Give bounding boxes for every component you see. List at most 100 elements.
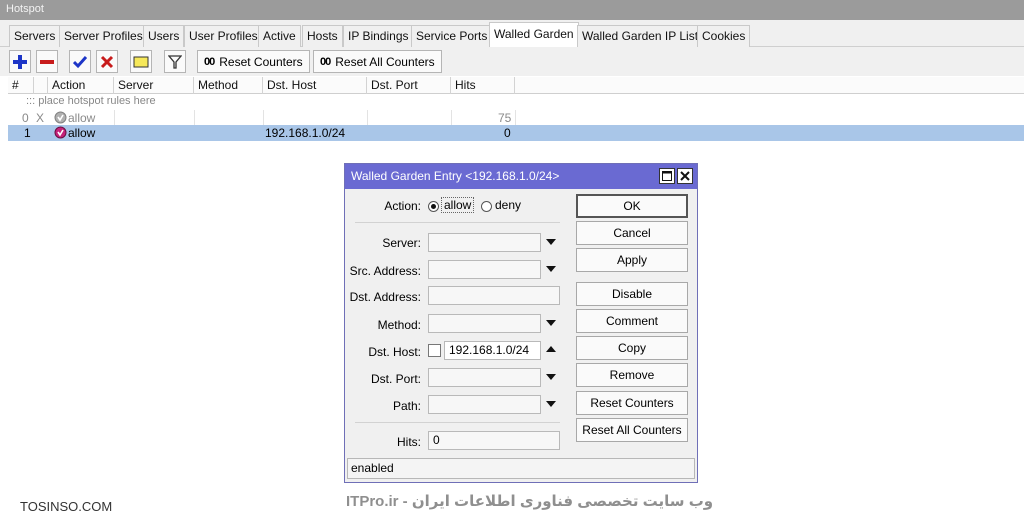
column-header-flag[interactable] xyxy=(34,77,48,94)
column-header-dst-port[interactable]: Dst. Port xyxy=(367,77,451,94)
method-label: Method: xyxy=(377,318,421,332)
column-header-action[interactable]: Action xyxy=(48,77,114,94)
row-action: allow xyxy=(68,111,96,125)
tab-ip-bindings[interactable]: IP Bindings xyxy=(343,25,414,47)
reset-counters-button[interactable]: Reset Counters xyxy=(576,391,688,415)
dst-host-input[interactable]: 192.168.1.0/24 xyxy=(444,341,541,360)
server-label: Server: xyxy=(382,236,421,250)
tab-servers[interactable]: Servers xyxy=(9,25,61,47)
add-icon xyxy=(13,54,27,69)
remove-icon xyxy=(40,59,54,64)
comment-button[interactable] xyxy=(130,50,152,73)
maximize-icon xyxy=(662,171,672,181)
tab-users[interactable]: Users xyxy=(143,25,185,47)
reset-all-counters-button[interactable]: 00 Reset All Counters xyxy=(313,50,442,73)
allow-icon xyxy=(54,126,67,139)
column-header-number[interactable]: # xyxy=(8,77,34,94)
tab-service-ports[interactable]: Service Ports xyxy=(411,25,493,47)
tab-hosts[interactable]: Hosts xyxy=(302,25,343,47)
server-dropdown-icon[interactable] xyxy=(546,239,556,245)
tab-cookies[interactable]: Cookies xyxy=(697,25,751,47)
column-header-method[interactable]: Method xyxy=(194,77,263,94)
comment-icon xyxy=(133,56,149,67)
src-address-dropdown-icon[interactable] xyxy=(546,266,556,272)
dst-port-dropdown-icon[interactable] xyxy=(546,374,556,380)
cancel-button[interactable]: Cancel xyxy=(576,221,688,245)
add-button[interactable] xyxy=(9,50,31,73)
enable-check-icon xyxy=(73,55,87,68)
path-input[interactable] xyxy=(428,395,541,414)
column-header-server[interactable]: Server xyxy=(114,77,194,94)
src-address-label: Src. Address: xyxy=(349,264,421,278)
dst-port-label: Dst. Port: xyxy=(370,372,421,386)
action-label: Action: xyxy=(384,199,421,213)
method-dropdown-icon[interactable] xyxy=(546,320,556,326)
method-select[interactable] xyxy=(428,314,541,333)
path-dropdown-icon[interactable] xyxy=(546,401,556,407)
server-select[interactable] xyxy=(428,233,541,252)
column-header-hits[interactable]: Hits xyxy=(451,77,515,94)
tab-server-profiles[interactable]: Server Profiles xyxy=(59,25,148,47)
dst-address-input[interactable] xyxy=(428,286,560,305)
remove-button[interactable]: Remove xyxy=(576,363,688,387)
reset-counters-button[interactable]: 00 Reset Counters xyxy=(197,50,310,73)
counter-icon: 00 xyxy=(320,55,331,68)
dst-port-input[interactable] xyxy=(428,368,541,387)
dst-host-label: Dst. Host: xyxy=(368,345,421,359)
reset-all-counters-label: Reset All Counters xyxy=(335,54,435,69)
comment-button[interactable]: Comment xyxy=(576,309,688,333)
action-radio-allow[interactable] xyxy=(428,201,439,212)
disable-x-icon xyxy=(100,55,114,68)
status-bar: enabled xyxy=(347,458,695,479)
src-address-input[interactable] xyxy=(428,260,541,279)
filter-icon xyxy=(168,54,182,69)
toolbar: 00 Reset Counters 00 Reset All Counters xyxy=(0,47,1024,76)
tab-active[interactable]: Active xyxy=(258,25,301,47)
row-number: 0 xyxy=(22,111,29,125)
row-hits: 75 xyxy=(498,111,512,125)
action-allow-label[interactable]: allow xyxy=(441,197,475,213)
table-header: # Action Server Method Dst. Host Dst. Po… xyxy=(8,77,1024,94)
dst-host-collapse-icon[interactable] xyxy=(546,346,556,352)
tab-walled-garden[interactable]: Walled Garden xyxy=(489,22,579,48)
apply-button[interactable]: Apply xyxy=(576,248,688,272)
action-radio-deny[interactable] xyxy=(481,201,492,212)
row-action: allow xyxy=(68,126,96,140)
action-deny-label[interactable]: deny xyxy=(495,198,521,212)
maximize-button[interactable] xyxy=(659,168,675,184)
watermark-center: ITPro.ir - وب سایت تخصصی فناوری اطلاعات … xyxy=(346,493,714,510)
column-header-dst-host[interactable]: Dst. Host xyxy=(263,77,367,94)
walled-garden-entry-dialog: Walled Garden Entry <192.168.1.0/24> Act… xyxy=(344,163,698,483)
watermark-left: TOSINSO.COM xyxy=(20,499,113,514)
row-hits: 0 xyxy=(504,126,511,140)
disable-button[interactable] xyxy=(96,50,118,73)
dialog-title: Walled Garden Entry <192.168.1.0/24> xyxy=(345,164,697,189)
tab-bar: Servers Server Profiles Users User Profi… xyxy=(0,20,1024,48)
disable-button[interactable]: Disable xyxy=(576,282,688,306)
row-dst-host: 192.168.1.0/24 xyxy=(265,126,346,140)
divider xyxy=(355,422,560,423)
table-row[interactable]: 0 X allow 75 xyxy=(8,110,1024,126)
hits-label: Hits: xyxy=(397,435,421,449)
close-button[interactable] xyxy=(677,168,693,184)
reset-counters-label: Reset Counters xyxy=(219,54,303,69)
table-row-selected[interactable]: 1 allow 192.168.1.0/24 0 xyxy=(8,125,1024,141)
row-disabled-flag: X xyxy=(36,111,45,125)
reset-all-counters-button[interactable]: Reset All Counters xyxy=(576,418,688,442)
counter-icon: 00 xyxy=(204,55,215,68)
ok-button[interactable]: OK xyxy=(576,194,688,218)
path-label: Path: xyxy=(392,399,421,413)
close-icon xyxy=(680,171,690,181)
tab-user-profiles[interactable]: User Profiles xyxy=(184,25,263,47)
dst-host-negate-checkbox[interactable] xyxy=(428,344,441,357)
copy-button[interactable]: Copy xyxy=(576,336,688,360)
dst-address-label: Dst. Address: xyxy=(349,290,421,304)
window-title: Hotspot xyxy=(0,0,1024,20)
tab-walled-garden-ip-list[interactable]: Walled Garden IP List xyxy=(577,25,704,47)
divider xyxy=(355,222,560,223)
filter-button[interactable] xyxy=(164,50,186,73)
hits-value: 0 xyxy=(428,431,560,450)
row-number: 1 xyxy=(24,126,31,140)
remove-button[interactable] xyxy=(36,50,58,73)
enable-button[interactable] xyxy=(69,50,91,73)
